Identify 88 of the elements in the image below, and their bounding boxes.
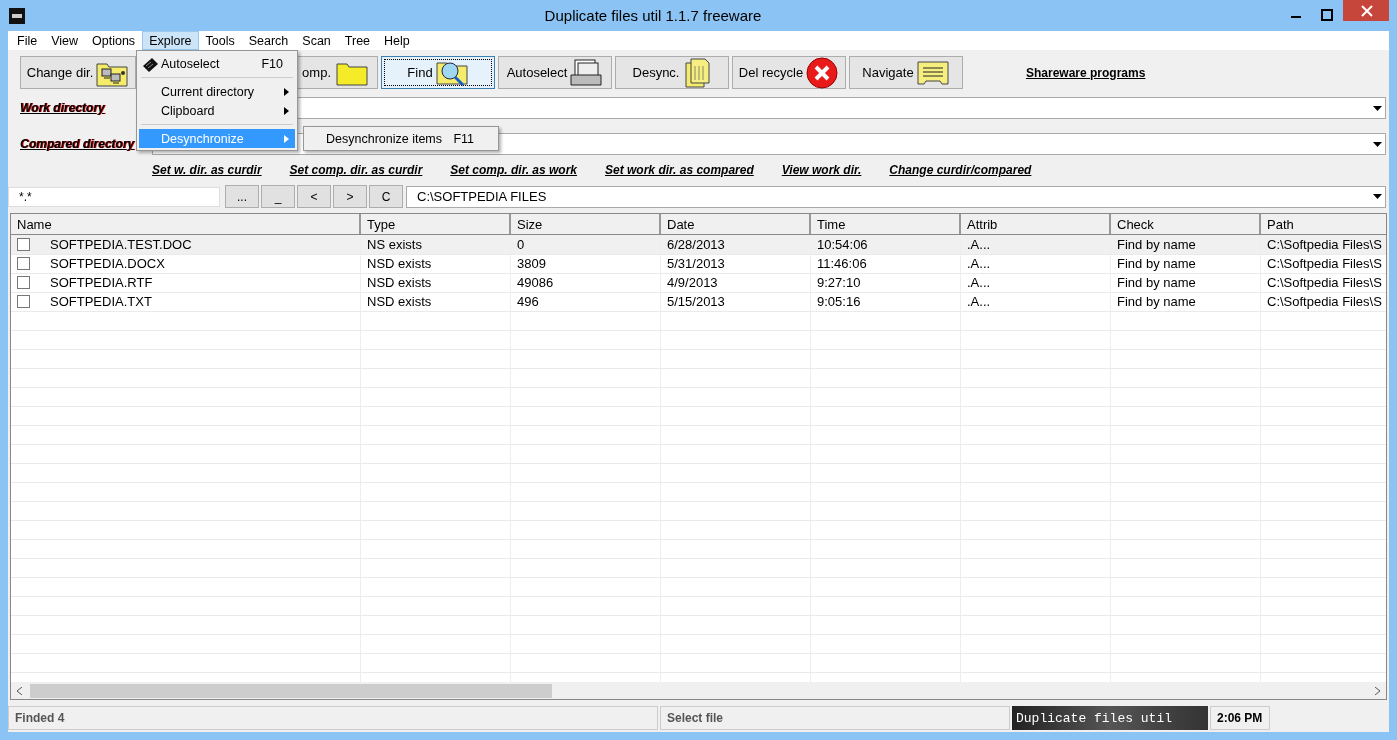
status-text: Select file [660, 706, 1010, 730]
table-cell: C:\Softpedia Files\S [1267, 237, 1382, 252]
table-cell: Find by name [1117, 275, 1196, 290]
nav-button[interactable]: _ [261, 185, 295, 208]
scroll-left-icon [17, 686, 22, 695]
scroll-right-icon [1375, 686, 1380, 695]
action-link[interactable]: Change curdir/compared [889, 163, 1032, 177]
table-cell: NSD exists [367, 275, 432, 290]
action-link[interactable]: View work dir. [781, 163, 862, 177]
menu-item[interactable]: Scan [295, 31, 338, 50]
file-tray-icon [569, 57, 604, 88]
nav-button[interactable]: C [369, 185, 403, 208]
menu-item[interactable]: Desynchronize items F11 [306, 129, 496, 148]
table-cell: 5/15/2013 [667, 294, 725, 309]
toolbar-button[interactable]: Change dir. [20, 56, 136, 89]
window-title: Duplicate files util 1.1.7 freeware [543, 7, 763, 24]
status-clock: 2:06 PM [1210, 706, 1270, 730]
maximize-icon [1321, 9, 1333, 21]
table-cell: 4/9/2013 [667, 275, 718, 290]
table-cell: SOFTPEDIA.DOCX [50, 255, 165, 272]
filter-field[interactable]: *.* [8, 186, 220, 207]
checkbox[interactable] [17, 276, 30, 289]
checkbox[interactable] [17, 238, 30, 251]
table-cell: 10:54:06 [817, 237, 868, 252]
nav-button[interactable]: > [333, 185, 367, 208]
table-cell: Find by name [1117, 237, 1196, 252]
path-combo[interactable]: C:\SOFTPEDIA FILES [406, 185, 1386, 208]
shareware-link[interactable]: Shareware programs [1026, 65, 1146, 80]
action-link[interactable]: Set w. dir. as curdir [152, 163, 262, 177]
toolbar-button[interactable]: Desync. [615, 56, 729, 89]
action-link[interactable]: Set comp. dir. as curdir [289, 163, 423, 177]
toolbar-button[interactable]: Navigate [849, 56, 963, 89]
menu-item[interactable]: Help [377, 31, 417, 50]
menu-item[interactable]: Tree [337, 31, 378, 50]
table-cell: 49086 [517, 275, 554, 290]
table-cell: SOFTPEDIA.RTF [50, 274, 153, 291]
menu-item[interactable]: View [44, 31, 86, 50]
checkbox[interactable] [17, 295, 30, 308]
table-cell: C:\Softpedia Files\S [1267, 275, 1382, 290]
dropdown-arrow-icon [1373, 105, 1382, 111]
table-cell: 9:27:10 [817, 275, 861, 290]
nav-button[interactable]: ... [225, 185, 259, 208]
status-text: Finded 4 [8, 706, 658, 730]
table-cell: 0 [517, 237, 525, 252]
toolbar-button[interactable]: Del recycle [732, 56, 846, 89]
delete-icon [805, 55, 840, 90]
table-cell: 9:05:16 [817, 294, 861, 309]
nav-button[interactable]: < [297, 185, 331, 208]
table-cell: C:\Softpedia Files\S [1267, 294, 1382, 309]
table-cell: C:\Softpedia Files\S [1267, 256, 1382, 271]
minimize-icon [1291, 16, 1301, 18]
table-cell: Find by name [1117, 294, 1196, 309]
table-cell: 3809 [517, 256, 546, 271]
close-icon [1360, 4, 1373, 17]
column-header[interactable]: Path [1261, 214, 1386, 234]
menu-item[interactable]: Tools [198, 31, 242, 50]
table-cell: NSD exists [367, 294, 432, 309]
app-icon [9, 7, 25, 24]
action-link[interactable]: Set work dir. as compared [605, 163, 754, 177]
note-icon [915, 58, 950, 87]
table-cell: 5/31/2013 [667, 256, 725, 271]
table-cell: NS exists [367, 237, 422, 252]
checkbox[interactable] [17, 257, 30, 270]
dropdown-arrow-icon [1373, 194, 1382, 199]
table-cell: SOFTPEDIA.TXT [50, 293, 152, 310]
table-cell: SOFTPEDIA.TEST.DOC [50, 236, 192, 253]
dropdown-arrow-icon [1373, 141, 1382, 147]
table-cell: .A... [967, 294, 991, 309]
table-cell: NSD exists [367, 256, 432, 271]
horizontal-scrollbar[interactable] [11, 682, 1386, 699]
menu-item[interactable]: Options [85, 31, 143, 50]
menu-item[interactable]: Search [241, 31, 296, 50]
table-cell: .A... [967, 237, 991, 252]
table-cell: .A... [967, 256, 991, 271]
table-cell: 11:46:06 [817, 256, 867, 271]
card-icon [141, 55, 159, 72]
action-link[interactable]: Set comp. dir. as work [450, 163, 578, 177]
status-banner: Duplicate files util [1012, 706, 1208, 730]
menu-item[interactable]: Clipboard [139, 101, 295, 120]
toolbar-button[interactable]: Autoselect [498, 56, 612, 89]
table-cell: .A... [967, 275, 991, 290]
table-cell: 496 [517, 294, 539, 309]
menu-item[interactable]: File [10, 31, 45, 50]
menu-item[interactable]: Explore [142, 31, 199, 50]
table-cell: 6/28/2013 [667, 237, 725, 252]
toolbar-button[interactable]: Find [381, 56, 495, 89]
table-cell: Find by name [1117, 256, 1196, 271]
close-button[interactable] [1343, 0, 1389, 21]
